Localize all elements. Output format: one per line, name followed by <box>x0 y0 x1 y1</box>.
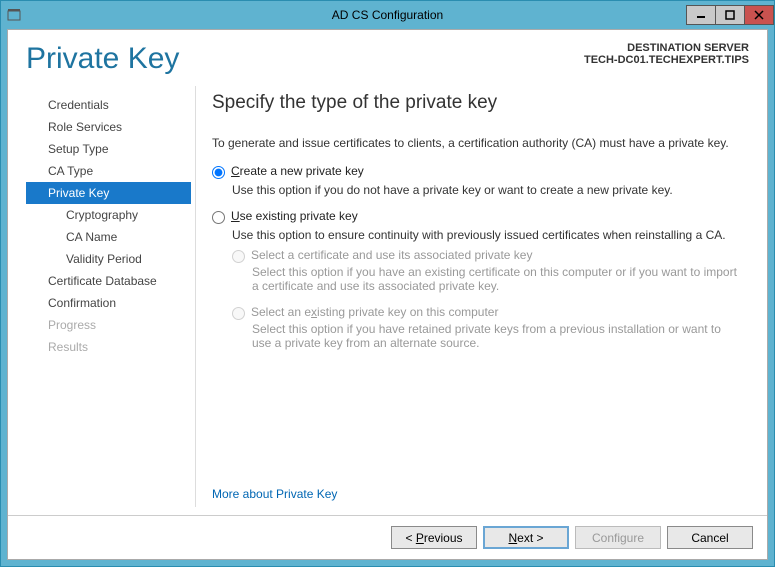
close-button[interactable] <box>744 5 774 25</box>
nav-item-private-key[interactable]: Private Key <box>26 182 191 204</box>
page-title: Private Key <box>26 42 584 76</box>
maximize-button[interactable] <box>715 5 745 25</box>
nav-item-setup-type[interactable]: Setup Type <box>26 138 191 160</box>
sub-option-key: Select an existing private key on this c… <box>232 305 743 362</box>
configure-button: Configure <box>575 526 661 549</box>
radio-create[interactable] <box>212 166 225 179</box>
destination-info: DESTINATION SERVER TECH-DC01.TECHEXPERT.… <box>584 42 749 66</box>
option-create-label: Create a new private key <box>231 164 364 178</box>
window-title: AD CS Configuration <box>332 8 443 22</box>
titlebar: AD CS Configuration <box>1 1 774 29</box>
option-existing-row[interactable]: Use existing private key <box>212 209 743 224</box>
nav-item-cryptography[interactable]: Cryptography <box>26 204 191 226</box>
header: Private Key DESTINATION SERVER TECH-DC01… <box>8 30 767 82</box>
nav-item-ca-name[interactable]: CA Name <box>26 226 191 248</box>
sidebar: CredentialsRole ServicesSetup TypeCA Typ… <box>26 86 191 507</box>
main-heading: Specify the type of the private key <box>212 92 743 114</box>
body: CredentialsRole ServicesSetup TypeCA Typ… <box>8 82 767 515</box>
previous-button[interactable]: < Previous <box>391 526 477 549</box>
wizard-window: AD CS Configuration Private Key DESTINAT… <box>0 0 775 567</box>
next-button[interactable]: Next > <box>483 526 569 549</box>
destination-server: TECH-DC01.TECHEXPERT.TIPS <box>584 54 749 66</box>
option-create-desc: Use this option if you do not have a pri… <box>232 183 743 197</box>
sub-option-cert: Select a certificate and use its associa… <box>232 248 743 305</box>
sub-option-key-desc: Select this option if you have retained … <box>252 322 743 350</box>
minimize-button[interactable] <box>686 5 716 25</box>
sub-option-key-row: Select an existing private key on this c… <box>232 305 743 320</box>
intro-text: To generate and issue certificates to cl… <box>212 136 743 150</box>
option-create-row[interactable]: Create a new private key <box>212 164 743 179</box>
option-existing-desc: Use this option to ensure continuity wit… <box>232 228 743 242</box>
app-icon <box>1 8 27 22</box>
sub-option-cert-desc: Select this option if you have an existi… <box>252 265 743 293</box>
content-frame: Private Key DESTINATION SERVER TECH-DC01… <box>7 29 768 560</box>
more-link[interactable]: More about Private Key <box>212 477 743 507</box>
nav-item-ca-type[interactable]: CA Type <box>26 160 191 182</box>
nav-item-certificate-database[interactable]: Certificate Database <box>26 270 191 292</box>
radio-existing[interactable] <box>212 211 225 224</box>
window-controls <box>687 5 774 25</box>
destination-label: DESTINATION SERVER <box>584 42 749 54</box>
sub-option-key-label: Select an existing private key on this c… <box>251 305 498 319</box>
cancel-button[interactable]: Cancel <box>667 526 753 549</box>
radio-select-key <box>232 307 245 320</box>
radio-select-cert <box>232 250 245 263</box>
nav-item-role-services[interactable]: Role Services <box>26 116 191 138</box>
sub-option-cert-label: Select a certificate and use its associa… <box>251 248 532 262</box>
nav-item-progress: Progress <box>26 314 191 336</box>
main-panel: Specify the type of the private key To g… <box>195 86 749 507</box>
nav-item-confirmation[interactable]: Confirmation <box>26 292 191 314</box>
sub-option-cert-row: Select a certificate and use its associa… <box>232 248 743 263</box>
footer: < Previous Next > Configure Cancel <box>8 515 767 559</box>
option-existing-label: Use existing private key <box>231 209 358 223</box>
nav-item-validity-period[interactable]: Validity Period <box>26 248 191 270</box>
nav-item-credentials[interactable]: Credentials <box>26 94 191 116</box>
nav-item-results: Results <box>26 336 191 358</box>
